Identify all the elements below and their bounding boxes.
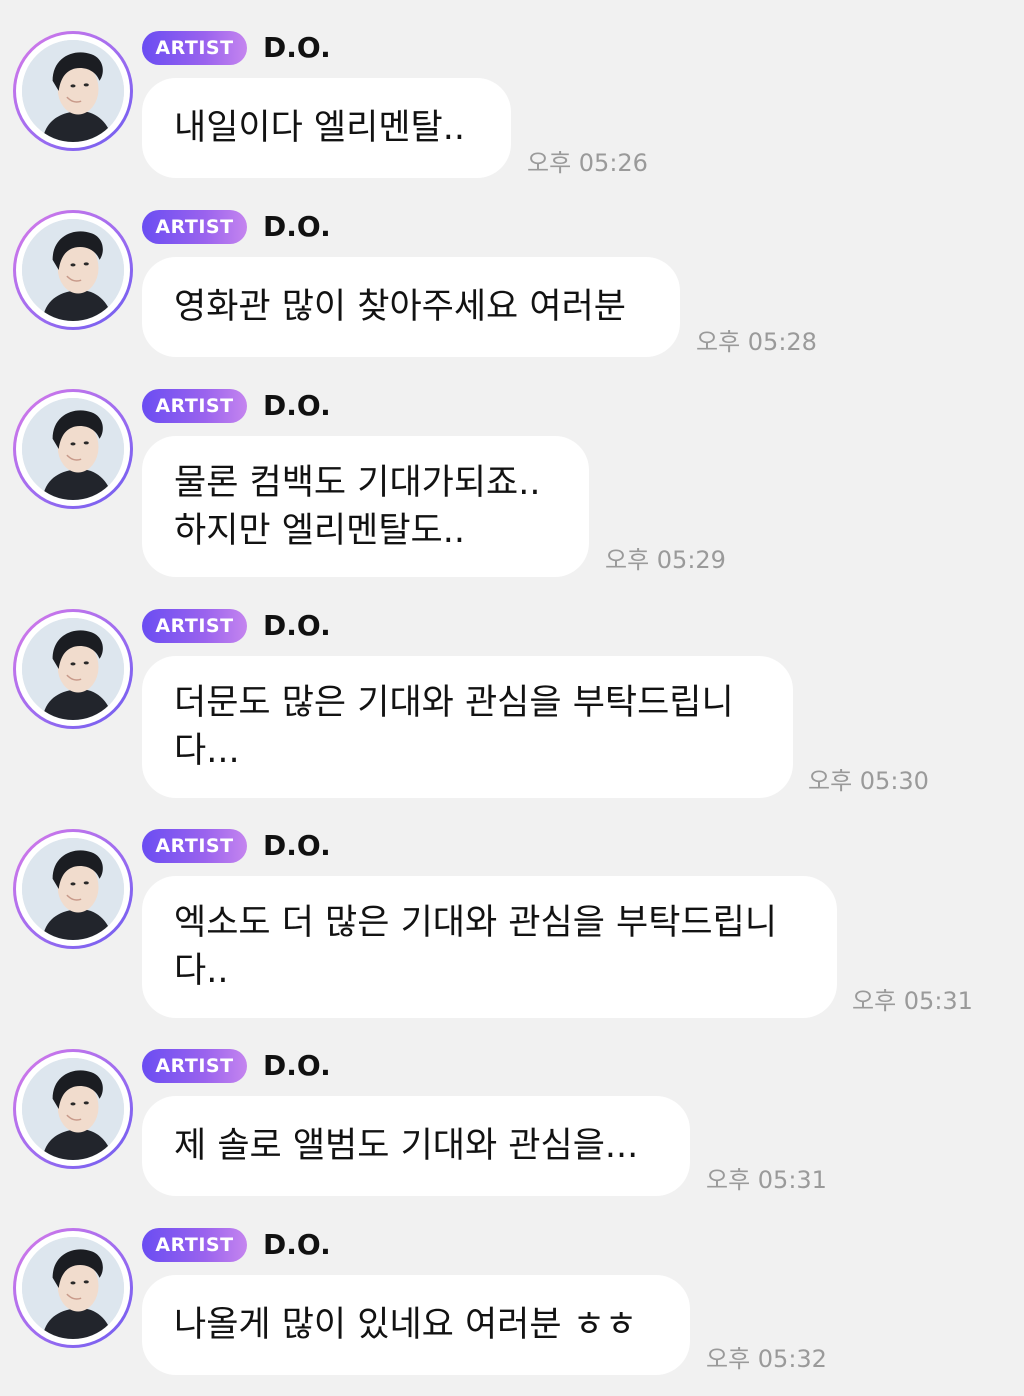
chat-message-list: ARTIST D.O. 내일이다 엘리멘탈.. 오후 05:26 ARTIST: [0, 0, 1024, 1396]
message-text: 물론 컴백도 기대가되죠.. 하지만 엘리멘탈도..: [174, 462, 541, 551]
artist-badge: ARTIST: [142, 1049, 247, 1083]
artist-avatar[interactable]: [13, 1228, 133, 1348]
message-bubble[interactable]: 물론 컴백도 기대가되죠.. 하지만 엘리멘탈도..: [142, 436, 589, 577]
avatar-photo-icon: [22, 618, 124, 720]
message-text: 엑소도 더 많은 기대와 관심을 부탁드립니 다..: [174, 903, 778, 991]
avatar-photo-icon: [22, 219, 124, 321]
artist-badge: ARTIST: [142, 210, 247, 244]
avatar-photo-icon: [22, 1058, 124, 1160]
artist-badge: ARTIST: [142, 829, 247, 863]
message-text: 더문도 많은 기대와 관심을 부탁드립니 다...: [174, 683, 734, 771]
artist-badge: ARTIST: [142, 609, 247, 643]
avatar-photo-icon: [22, 398, 124, 500]
sender-name[interactable]: D.O.: [263, 209, 331, 245]
message-timestamp: 오후 05:32: [706, 1345, 827, 1373]
artist-avatar[interactable]: [13, 389, 133, 509]
avatar-photo-icon: [22, 838, 124, 940]
message-bubble[interactable]: 나올게 많이 있네요 여러분 ㅎㅎ: [142, 1275, 690, 1375]
message-bubble[interactable]: 제 솔로 앨범도 기대와 관심을...: [142, 1096, 690, 1196]
message-timestamp: 오후 05:28: [696, 328, 817, 356]
message-timestamp: 오후 05:26: [527, 149, 648, 177]
artist-badge: ARTIST: [142, 389, 247, 423]
artist-avatar[interactable]: [13, 829, 133, 949]
avatar-photo-icon: [22, 40, 124, 142]
message-bubble[interactable]: 영화관 많이 찾아주세요 여러분: [142, 257, 680, 357]
message-timestamp: 오후 05:31: [852, 987, 973, 1015]
message-text: 영화관 많이 찾아주세요 여러분: [174, 287, 626, 327]
sender-name[interactable]: D.O.: [263, 1227, 331, 1263]
avatar-photo-icon: [22, 1237, 124, 1339]
sender-name[interactable]: D.O.: [263, 828, 331, 864]
message-text: 내일이다 엘리멘탈..: [174, 108, 465, 148]
artist-badge: ARTIST: [142, 1228, 247, 1262]
artist-badge: ARTIST: [142, 31, 247, 65]
sender-name[interactable]: D.O.: [263, 388, 331, 424]
message-bubble[interactable]: 엑소도 더 많은 기대와 관심을 부탁드립니 다..: [142, 876, 837, 1018]
artist-avatar[interactable]: [13, 1049, 133, 1169]
artist-avatar[interactable]: [13, 31, 133, 151]
artist-avatar[interactable]: [13, 609, 133, 729]
sender-name[interactable]: D.O.: [263, 608, 331, 644]
message-timestamp: 오후 05:29: [605, 546, 726, 574]
message-timestamp: 오후 05:31: [706, 1166, 827, 1194]
sender-name[interactable]: D.O.: [263, 30, 331, 66]
message-bubble[interactable]: 더문도 많은 기대와 관심을 부탁드립니 다...: [142, 656, 793, 798]
sender-name[interactable]: D.O.: [263, 1048, 331, 1084]
message-bubble[interactable]: 내일이다 엘리멘탈..: [142, 78, 511, 178]
artist-avatar[interactable]: [13, 210, 133, 330]
message-timestamp: 오후 05:30: [808, 767, 929, 795]
message-text: 나올게 많이 있네요 여러분 ㅎㅎ: [174, 1305, 638, 1345]
message-text: 제 솔로 앨범도 기대와 관심을...: [174, 1126, 639, 1166]
